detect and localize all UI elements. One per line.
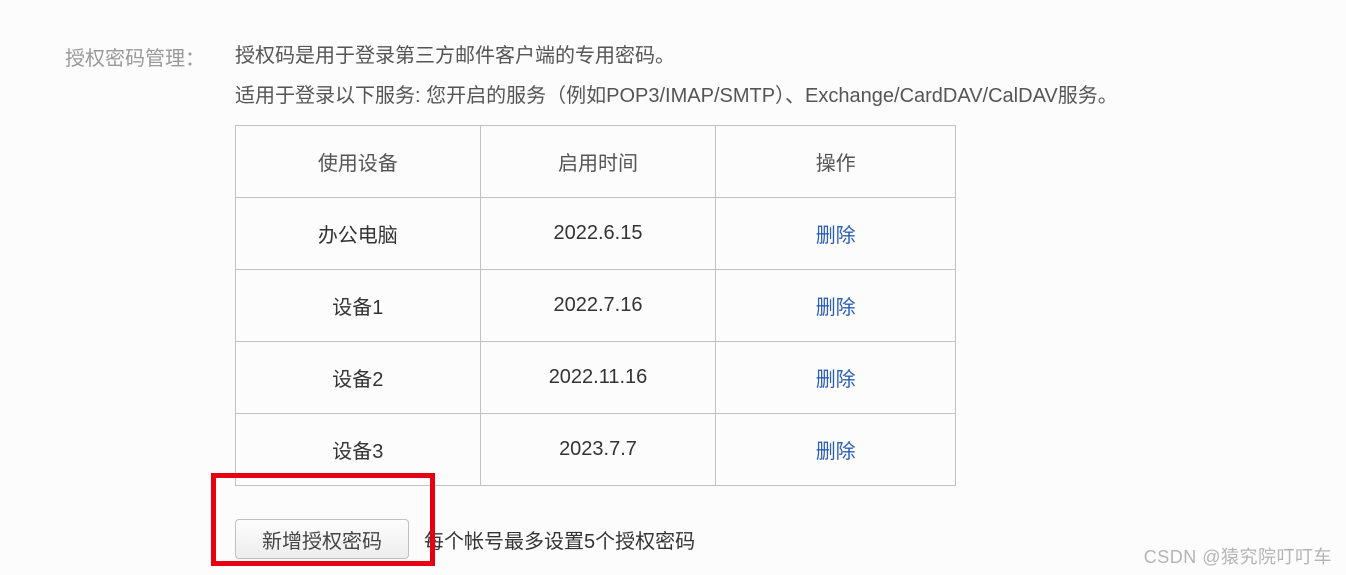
table-header-row: 使用设备 启用时间 操作 <box>236 126 956 198</box>
watermark-text: CSDN @猿究院叮叮车 <box>1144 543 1332 569</box>
cell-device: 设备1 <box>236 270 481 342</box>
intro-line-2: 适用于登录以下服务: 您开启的服务（例如POP3/IMAP/SMTP）、Exch… <box>235 82 1118 110</box>
table-row: 设备1 2022.7.16 删除 <box>236 270 956 342</box>
auth-code-table: 使用设备 启用时间 操作 办公电脑 2022.6.15 删除 设备1 2022.… <box>235 125 956 486</box>
cell-device: 办公电脑 <box>236 198 481 270</box>
cell-time: 2022.7.16 <box>480 270 716 342</box>
limit-text: 每个帐号最多设置5个授权密码 <box>424 525 695 554</box>
cell-time: 2023.7.7 <box>480 414 716 486</box>
header-action: 操作 <box>716 126 956 198</box>
header-device: 使用设备 <box>236 126 481 198</box>
cell-action: 删除 <box>716 270 956 342</box>
cell-device: 设备3 <box>236 414 481 486</box>
table-row: 设备2 2022.11.16 删除 <box>236 342 956 414</box>
cell-device: 设备2 <box>236 342 481 414</box>
delete-link[interactable]: 删除 <box>816 441 856 463</box>
delete-link[interactable]: 删除 <box>816 225 856 247</box>
cell-action: 删除 <box>716 198 956 270</box>
cell-action: 删除 <box>716 414 956 486</box>
table-row: 办公电脑 2022.6.15 删除 <box>236 198 956 270</box>
cell-time: 2022.11.16 <box>480 342 716 414</box>
intro-line-1: 授权码是用于登录第三方邮件客户端的专用密码。 <box>235 42 1118 70</box>
section-label: 授权密码管理： <box>65 42 230 71</box>
delete-link[interactable]: 删除 <box>816 369 856 391</box>
table-row: 设备3 2023.7.7 删除 <box>236 414 956 486</box>
header-time: 启用时间 <box>480 126 716 198</box>
delete-link[interactable]: 删除 <box>816 297 856 319</box>
cell-time: 2022.6.15 <box>480 198 716 270</box>
add-auth-code-button[interactable]: 新增授权密码 <box>235 519 409 559</box>
cell-action: 删除 <box>716 342 956 414</box>
